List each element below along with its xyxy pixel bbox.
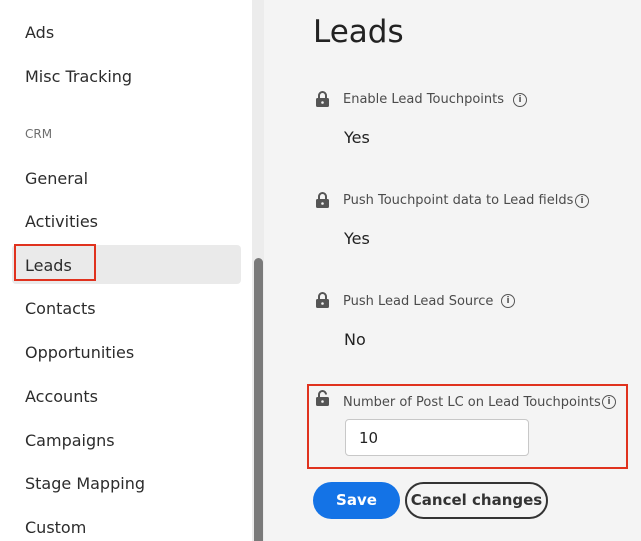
sidebar-item-opportunities[interactable]: Opportunities — [25, 343, 134, 362]
scrollbar-thumb[interactable] — [254, 258, 263, 541]
sidebar-item-custom[interactable]: Custom — [25, 518, 86, 537]
sidebar-item-misc-tracking[interactable]: Misc Tracking — [25, 67, 132, 86]
sidebar-item-stage-mapping[interactable]: Stage Mapping — [25, 474, 145, 493]
lock-icon — [316, 292, 329, 308]
setting-label-push-lead-lead-source: Push Lead Lead Source — [343, 294, 494, 309]
sidebar-item-activities[interactable]: Activities — [25, 212, 98, 231]
lock-icon — [316, 192, 329, 208]
sidebar-item-accounts[interactable]: Accounts — [25, 387, 98, 406]
info-icon[interactable]: i — [602, 395, 616, 409]
sidebar-item-ads[interactable]: Ads — [25, 23, 54, 42]
setting-label-push-touchpoint-data: Push Touchpoint data to Lead fields — [343, 193, 574, 208]
number-of-post-lc-input[interactable] — [345, 419, 529, 456]
setting-value-push-touchpoint-data: Yes — [344, 229, 370, 248]
sidebar: Ads Misc Tracking CRM General Activities… — [0, 0, 252, 541]
page-title: Leads — [313, 14, 404, 50]
setting-label-number-of-post-lc: Number of Post LC on Lead Touchpoints — [343, 395, 601, 410]
leads-highlight-box — [14, 244, 96, 281]
info-icon[interactable]: i — [501, 294, 515, 308]
setting-value-enable-lead-touchpoints: Yes — [344, 128, 370, 147]
info-icon[interactable]: i — [575, 194, 589, 208]
sidebar-item-general[interactable]: General — [25, 169, 88, 188]
cancel-changes-button[interactable]: Cancel changes — [405, 482, 548, 519]
lock-icon — [316, 91, 329, 107]
unlock-icon — [316, 390, 329, 406]
sidebar-item-campaigns[interactable]: Campaigns — [25, 431, 115, 450]
save-button[interactable]: Save — [313, 482, 400, 519]
sidebar-section-crm: CRM — [25, 127, 53, 141]
info-icon[interactable]: i — [513, 93, 527, 107]
setting-label-enable-lead-touchpoints: Enable Lead Touchpoints — [343, 92, 505, 107]
sidebar-item-contacts[interactable]: Contacts — [25, 299, 96, 318]
setting-value-push-lead-lead-source: No — [344, 330, 366, 349]
